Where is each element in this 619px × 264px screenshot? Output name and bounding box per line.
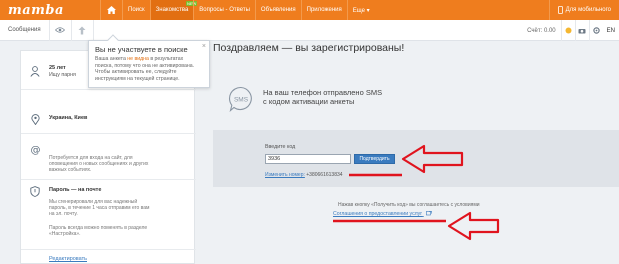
nav-item-search[interactable]: Поиск: [122, 0, 150, 20]
user-icon: [29, 65, 41, 77]
location-pin-icon: [29, 113, 41, 125]
eye-icon[interactable]: [50, 19, 72, 41]
toolbar-right: Счёт: 0.00 EN: [522, 20, 619, 41]
annotation-arrow-terms: [447, 211, 500, 241]
page-title: Поздравляем — вы зарегистрированы!: [213, 42, 405, 54]
mobile-link[interactable]: Для мобильного: [548, 0, 611, 20]
profile-age: 25 лет: [49, 65, 66, 71]
email-note: Потребуется для входа на сайт, для опове…: [49, 155, 149, 174]
nav-item-dating[interactable]: Знакомства NEW: [149, 0, 198, 20]
mobile-phone-icon: [557, 6, 563, 14]
activation-code-input[interactable]: [265, 154, 351, 164]
shield-icon: [29, 185, 41, 197]
phone-row: Изменить номер: +380661613834: [265, 172, 343, 178]
close-icon[interactable]: ×: [202, 43, 206, 50]
tooltip-text: Ваша анкета не видна в результатах поиск…: [95, 56, 195, 82]
main-menu: Поиск Знакомства NEW Вопросы - Ответы Об…: [100, 0, 375, 20]
terms-text: Нажав кнопку «Получить код» вы соглашает…: [338, 202, 480, 208]
change-number-link[interactable]: Изменить номер:: [265, 172, 305, 178]
nav-item-ads[interactable]: Объявления: [254, 0, 301, 20]
password-change-note: Пароль всегда можно поменять в разделе «…: [49, 225, 148, 238]
nav-item-questions[interactable]: Вопросы - Ответы: [193, 0, 255, 20]
nav-item-apps[interactable]: Приложения: [300, 0, 347, 20]
search-visibility-tooltip: × Вы не участвуете в поиске Ваша анкета …: [88, 34, 210, 88]
divider: [21, 249, 196, 250]
mamba-logo[interactable]: mamba: [0, 3, 100, 18]
svg-text:@: @: [30, 145, 40, 155]
coin-icon[interactable]: [560, 20, 575, 41]
divider: [21, 179, 196, 180]
home-icon[interactable]: [100, 0, 122, 20]
phone-number: +380661613834: [306, 172, 343, 178]
top-navigation-bar: mamba Поиск Знакомства NEW Вопросы - Отв…: [0, 0, 619, 20]
svg-text:SMS: SMS: [234, 97, 249, 104]
secondary-toolbar: Сообщения Счёт: 0.00 EN: [0, 19, 619, 41]
arrow-up-icon[interactable]: [72, 19, 94, 41]
confirm-button[interactable]: Подтвердить: [354, 154, 395, 164]
camera-icon[interactable]: [574, 20, 589, 41]
language-switch[interactable]: EN: [603, 28, 619, 34]
sms-text: На ваш телефон отправлено SMS с кодом ак…: [263, 88, 383, 106]
account-balance[interactable]: Счёт: 0.00: [522, 28, 561, 34]
divider: [21, 89, 196, 90]
nav-item-more[interactable]: Еще ▾: [346, 0, 375, 20]
sms-bubble-icon: SMS: [228, 86, 254, 113]
password-note: Мы сгенерировали для вас надежный пароль…: [49, 199, 150, 218]
divider: [21, 133, 196, 134]
activation-code-form: Введите код Подтвердить Изменить номер: …: [213, 130, 619, 187]
password-title: Пароль — на почте: [49, 187, 102, 193]
terms-agreement-link[interactable]: Соглашения о предоставлении услуг: [333, 211, 432, 217]
tooltip-title: Вы не участвуете в поиске: [95, 45, 188, 54]
code-label: Введите код: [265, 144, 296, 150]
edit-profile-link[interactable]: Редактировать: [49, 256, 87, 262]
profile-location: Украина, Киев: [49, 115, 88, 121]
profile-seeking: Ищу парня: [49, 72, 76, 78]
messages-tab[interactable]: Сообщения: [0, 19, 50, 41]
at-email-icon: @: [29, 143, 41, 155]
external-link-icon: [425, 211, 432, 216]
settings-icon[interactable]: [588, 20, 603, 41]
sms-notice: SMS На ваш телефон отправлено SMS с кодо…: [213, 82, 619, 113]
